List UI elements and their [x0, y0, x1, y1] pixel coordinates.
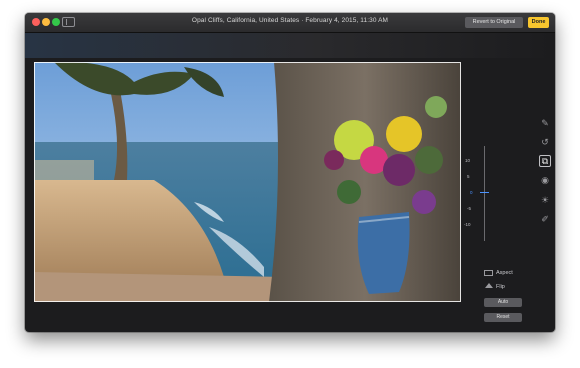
- aspect-icon[interactable]: [484, 270, 493, 276]
- photos-edit-window: Opal Cliffs, California, United States ·…: [25, 13, 555, 332]
- adjust-icon[interactable]: ☀: [539, 194, 551, 206]
- auto-button[interactable]: Auto: [484, 298, 522, 307]
- crop-icon[interactable]: ⧉: [539, 155, 551, 167]
- dial-tick-label: 10: [465, 158, 471, 163]
- retouch-icon[interactable]: ✐: [539, 213, 551, 225]
- dial-line: [484, 146, 485, 241]
- flip-icon[interactable]: [485, 283, 493, 288]
- done-button[interactable]: Done: [528, 17, 549, 28]
- aspect-label[interactable]: Aspect: [496, 270, 513, 276]
- flip-label[interactable]: Flip: [496, 284, 505, 290]
- crop-frame[interactable]: [34, 62, 461, 302]
- rotate-icon[interactable]: ↺: [539, 136, 551, 148]
- dial-indicator: [480, 192, 489, 193]
- reset-button[interactable]: Reset: [484, 313, 522, 322]
- title-bar: Opal Cliffs, California, United States ·…: [25, 13, 555, 33]
- photo-backdrop: [25, 33, 555, 58]
- dial-tick-label: -5: [467, 206, 472, 211]
- filters-icon[interactable]: ◉: [539, 174, 551, 186]
- dial-tick-label: 0: [470, 190, 473, 195]
- revert-to-original-button[interactable]: Revert to Original: [465, 17, 523, 28]
- enhance-icon[interactable]: ✎: [539, 117, 551, 129]
- photo-canvas[interactable]: [34, 62, 461, 302]
- dial-tick-label: 5: [467, 174, 470, 179]
- dial-tick-label: -10: [464, 222, 471, 227]
- straighten-dial[interactable]: 10 5 0 -5 -10: [464, 146, 490, 241]
